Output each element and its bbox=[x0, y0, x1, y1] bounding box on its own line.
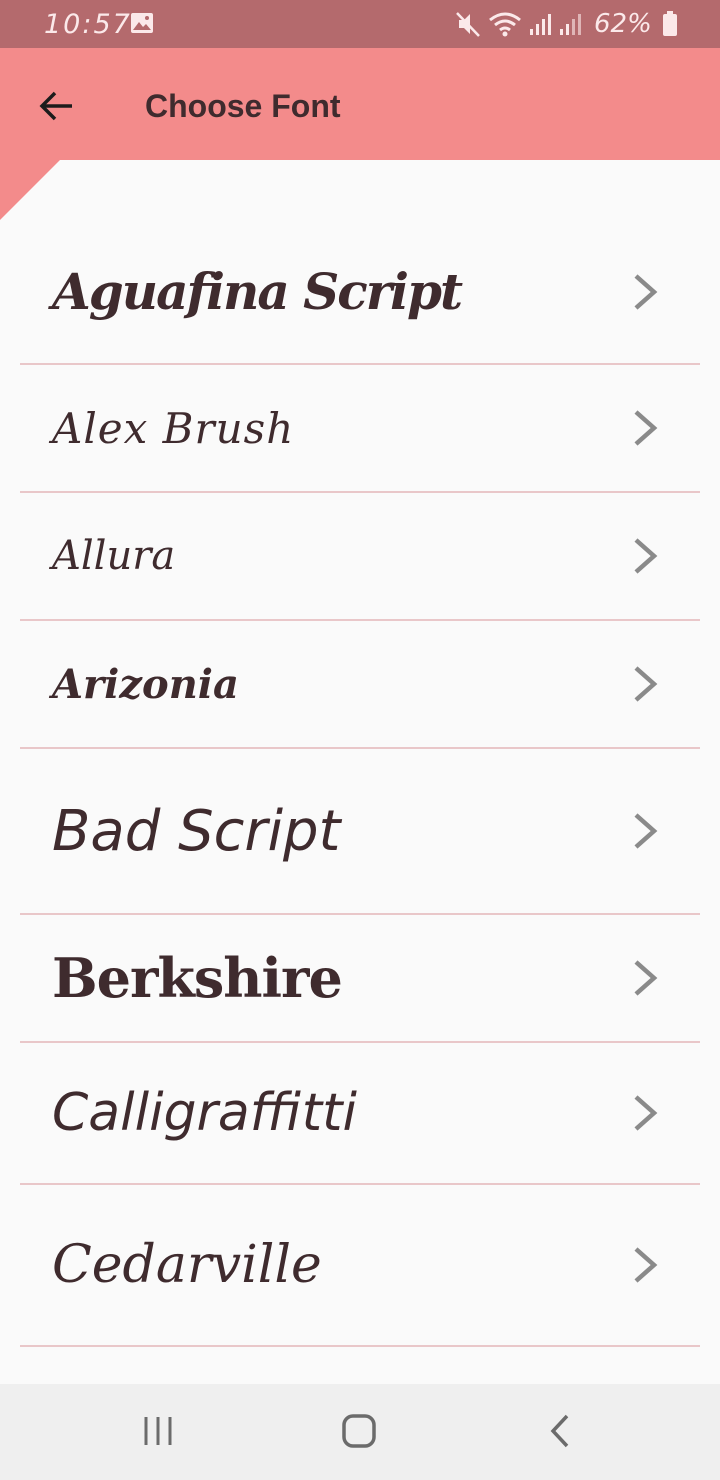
app-bar-corner-decoration bbox=[0, 160, 60, 220]
arrow-back-icon bbox=[39, 91, 72, 121]
page-title: Choose Font bbox=[145, 88, 341, 124]
mute-icon bbox=[456, 12, 480, 37]
navigation-bar bbox=[0, 1384, 720, 1480]
font-item-label: Cedarville bbox=[52, 1235, 322, 1295]
battery-percentage: 62% bbox=[594, 9, 652, 39]
back-icon[interactable] bbox=[545, 1412, 575, 1450]
font-item-label: Aguafina Script bbox=[52, 262, 463, 321]
battery-icon bbox=[663, 11, 677, 36]
gallery-icon bbox=[131, 13, 153, 33]
chevron-right-icon bbox=[634, 1247, 658, 1283]
font-item-label: Allura bbox=[52, 533, 176, 579]
home-icon[interactable] bbox=[340, 1412, 378, 1450]
font-list[interactable]: Aguafina Script Alex Brush Allura Arizon… bbox=[0, 220, 720, 1384]
font-item-arizonia[interactable]: Arizonia bbox=[20, 621, 700, 749]
chevron-right-icon bbox=[634, 273, 658, 310]
chevron-right-icon bbox=[634, 1095, 658, 1131]
signal-icon bbox=[560, 14, 581, 35]
chevron-right-icon bbox=[634, 666, 658, 702]
chevron-right-icon bbox=[634, 960, 658, 996]
chevron-right-icon bbox=[634, 410, 658, 446]
wifi-icon bbox=[489, 12, 521, 37]
font-item-label: Bad Script bbox=[52, 798, 341, 864]
font-item-bad-script[interactable]: Bad Script bbox=[20, 749, 700, 915]
font-item-label: Arizonia bbox=[52, 660, 239, 708]
recent-apps-icon[interactable] bbox=[140, 1414, 176, 1448]
status-time: 10:57 bbox=[44, 9, 132, 40]
app-bar bbox=[0, 48, 720, 160]
font-item-aguafina-script[interactable]: Aguafina Script bbox=[20, 220, 700, 365]
chevron-right-icon bbox=[634, 538, 658, 574]
font-item-cedarville[interactable]: Cedarville bbox=[20, 1185, 700, 1347]
font-item-calligraffitti[interactable]: Calligraffitti bbox=[20, 1043, 700, 1185]
font-item-alex-brush[interactable]: Alex Brush bbox=[20, 365, 700, 493]
font-item-label: Berkshire bbox=[52, 946, 343, 1010]
back-button[interactable] bbox=[30, 84, 82, 128]
font-item-label: Calligraffitti bbox=[52, 1083, 357, 1143]
status-bar: 10:57 62% bbox=[0, 0, 720, 48]
chevron-right-icon bbox=[634, 813, 658, 849]
font-item-berkshire[interactable]: Berkshire bbox=[20, 915, 700, 1043]
font-item-allura[interactable]: Allura bbox=[20, 493, 700, 621]
font-item-label: Alex Brush bbox=[52, 403, 295, 453]
signal-icon bbox=[530, 14, 551, 35]
font-item-partial[interactable] bbox=[20, 1347, 700, 1384]
